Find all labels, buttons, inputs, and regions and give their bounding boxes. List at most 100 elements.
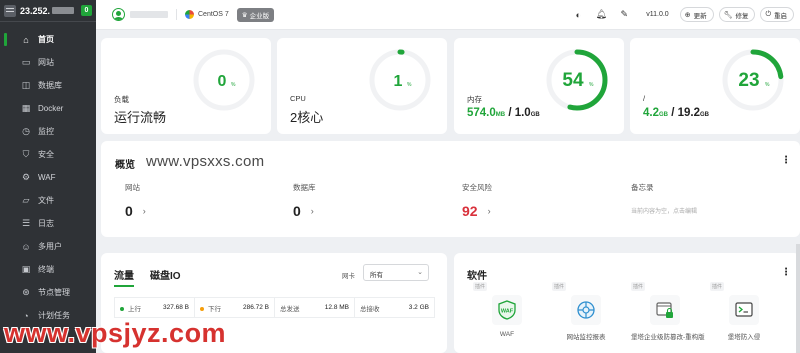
load-gauge: 0% xyxy=(193,49,255,111)
edition-badge[interactable]: ♛ 企业版 xyxy=(236,7,275,22)
overview-websites-value: 0 xyxy=(125,203,133,219)
disk-total-unit: GB xyxy=(699,112,709,118)
overview-security-label: 安全风险 xyxy=(462,183,492,192)
sidebar-item-8[interactable]: ☰ 日志 xyxy=(0,212,96,235)
scrollbar[interactable] xyxy=(796,244,800,353)
overview-security-risk[interactable]: 安全风险 92 › xyxy=(462,182,492,219)
sidebar-item-1[interactable]: ▭ 网站 xyxy=(0,51,96,74)
software-item-intrusion[interactable]: 插件 堡塔防入侵 xyxy=(710,282,778,341)
redacted-hostname xyxy=(130,11,168,18)
sidebar-item-5[interactable]: ⛉ 安全 xyxy=(0,143,96,166)
disk-percent-sign: % xyxy=(765,82,770,88)
notification-badge[interactable]: 0 xyxy=(81,5,92,16)
total-received-stat: 总接收 3.2 GB xyxy=(354,297,435,318)
svg-text:WAF: WAF xyxy=(501,309,514,315)
terminal-icon: ▣ xyxy=(21,264,31,274)
software-title: 软件 xyxy=(467,271,487,282)
load-percent: 0 xyxy=(218,73,227,90)
server-header[interactable]: 23.252. 0 xyxy=(0,0,96,22)
upload-label-wrap: 上行 xyxy=(120,303,141,313)
memory-used: 574.0 xyxy=(467,107,496,119)
overview-more-icon[interactable]: ⋮ xyxy=(781,155,791,166)
memory-card[interactable]: 54% 内存 574.0MB / 1.0GB xyxy=(454,38,624,134)
update-icon: ⊕ xyxy=(684,11,691,19)
chevron-right-icon[interactable]: › xyxy=(311,206,314,216)
sidebar-item-6[interactable]: ⚙ WAF xyxy=(0,166,96,189)
tab-traffic[interactable]: 流量 xyxy=(114,267,134,287)
waf-icon: ⚙ xyxy=(21,172,31,182)
node-icon: ⊛ xyxy=(22,287,30,297)
sidebar-item-2[interactable]: ◫ 数据库 xyxy=(0,74,96,97)
disk-card[interactable]: 23% / 4.2GB / 19.2GB xyxy=(630,38,800,134)
disk-percent: 23 xyxy=(738,70,759,91)
software-item-monitor[interactable]: 插件 网站监控报表 xyxy=(552,282,620,341)
server-icon xyxy=(4,4,16,17)
cpu-gauge: 1% xyxy=(369,49,431,111)
update-button[interactable]: ⊕ 更新 xyxy=(679,7,714,22)
total-sent-label: 总发送 xyxy=(280,305,300,313)
intrusion-prevention-icon xyxy=(729,295,759,325)
notes-icon[interactable]: ✎ xyxy=(616,9,632,20)
sidebar-item-0[interactable]: ⌂ 首页 xyxy=(0,28,96,51)
tab-disk-io[interactable]: 磁盘IO xyxy=(150,267,181,282)
chevron-down-icon: ⌄ xyxy=(417,269,423,276)
overview-memo[interactable]: 备忘录 当前内容为空，点击编辑 xyxy=(631,182,697,215)
sidebar-item-label: Docker xyxy=(38,104,64,113)
sidebar-item-3[interactable]: ▦ Docker xyxy=(0,97,96,120)
cpu-card[interactable]: 1% CPU 2核心 xyxy=(277,38,447,134)
sidebar-item-4[interactable]: ◷ 监控 xyxy=(0,120,96,143)
software-name: WAF xyxy=(499,331,515,338)
software-more-icon[interactable]: ⋮ xyxy=(781,267,791,278)
software-name: 网站监控报表 xyxy=(566,334,606,341)
sidebar-item-7[interactable]: ▱ 文件 xyxy=(0,189,96,212)
avatar[interactable] xyxy=(112,8,125,21)
sidebar-item-9[interactable]: ☺ 多用户 xyxy=(0,235,96,258)
repair-button[interactable]: 🔧︎ 修复 xyxy=(718,7,756,22)
software-item-tamper[interactable]: 插件 堡塔企业级防篡改-重构版 xyxy=(631,282,705,341)
disk-total: 19.2 xyxy=(677,107,700,119)
wrench-icon: 🔧︎ xyxy=(723,11,733,19)
server-ip: 23.252. xyxy=(20,5,51,16)
restart-button[interactable]: ⏻ 重启 xyxy=(760,7,794,22)
overview-databases-value: 0 xyxy=(293,203,301,219)
load-card[interactable]: 0% 负载 运行流畅 xyxy=(101,38,271,134)
disk-gauge: 23% xyxy=(722,49,784,111)
sidebar-item-10[interactable]: ▣ 终端 xyxy=(0,258,96,281)
sidebar-item-label: 数据库 xyxy=(38,81,62,90)
theme-icon[interactable]: ◐ xyxy=(570,10,586,20)
version-label[interactable]: v11.0.0 xyxy=(646,11,668,18)
tamper-proof-icon xyxy=(650,295,680,325)
chevron-right-icon[interactable]: › xyxy=(143,206,146,216)
bell-icon[interactable]: 🔔︎ xyxy=(593,9,609,20)
overview-databases[interactable]: 数据库 0 › xyxy=(293,182,316,219)
overview-security-value: 92 xyxy=(462,203,478,219)
memory-gauge: 54% xyxy=(546,49,608,111)
plugin-tag: 插件 xyxy=(473,282,488,291)
total-received-label: 总接收 xyxy=(360,305,380,313)
software-item-waf[interactable]: 插件 WAF WAF xyxy=(473,282,541,338)
restart-label: 重启 xyxy=(774,12,787,20)
os-name: CentOS 7 xyxy=(198,11,229,18)
log-icon: ☰ xyxy=(21,218,31,228)
sidebar-item-label: 多用户 xyxy=(38,242,62,251)
power-icon: ⏻ xyxy=(765,10,771,18)
overview-databases-row: 0 › xyxy=(293,203,316,219)
sidebar-item-label: 文件 xyxy=(38,196,54,205)
overview-websites[interactable]: 网站 0 › xyxy=(125,182,146,219)
sidebar-item-label: 节点管理 xyxy=(38,288,70,297)
sidebar-item-label: 日志 xyxy=(38,219,54,228)
disk-usage: 4.2GB / 19.2GB xyxy=(643,107,709,119)
total-sent-stat: 总发送 12.8 MB xyxy=(274,297,354,318)
chevron-right-icon[interactable]: › xyxy=(488,206,491,216)
nic-label: 网卡 xyxy=(342,273,355,280)
cpu-cores: 2核心 xyxy=(290,110,324,125)
upload-label: 上行 xyxy=(128,305,141,313)
memo-placeholder[interactable]: 当前内容为空，点击编辑 xyxy=(631,206,697,215)
sidebar-item-label: 网站 xyxy=(38,58,54,67)
nic-select[interactable]: 所有 ⌄ xyxy=(363,264,429,281)
monitor-icon: ◷ xyxy=(22,126,30,136)
sidebar-item-11[interactable]: ⊛ 节点管理 xyxy=(0,281,96,304)
sidebar-item-label: 安全 xyxy=(38,150,54,159)
overview-title: 概览 xyxy=(115,160,135,171)
docker-icon: ▦ xyxy=(21,103,31,113)
